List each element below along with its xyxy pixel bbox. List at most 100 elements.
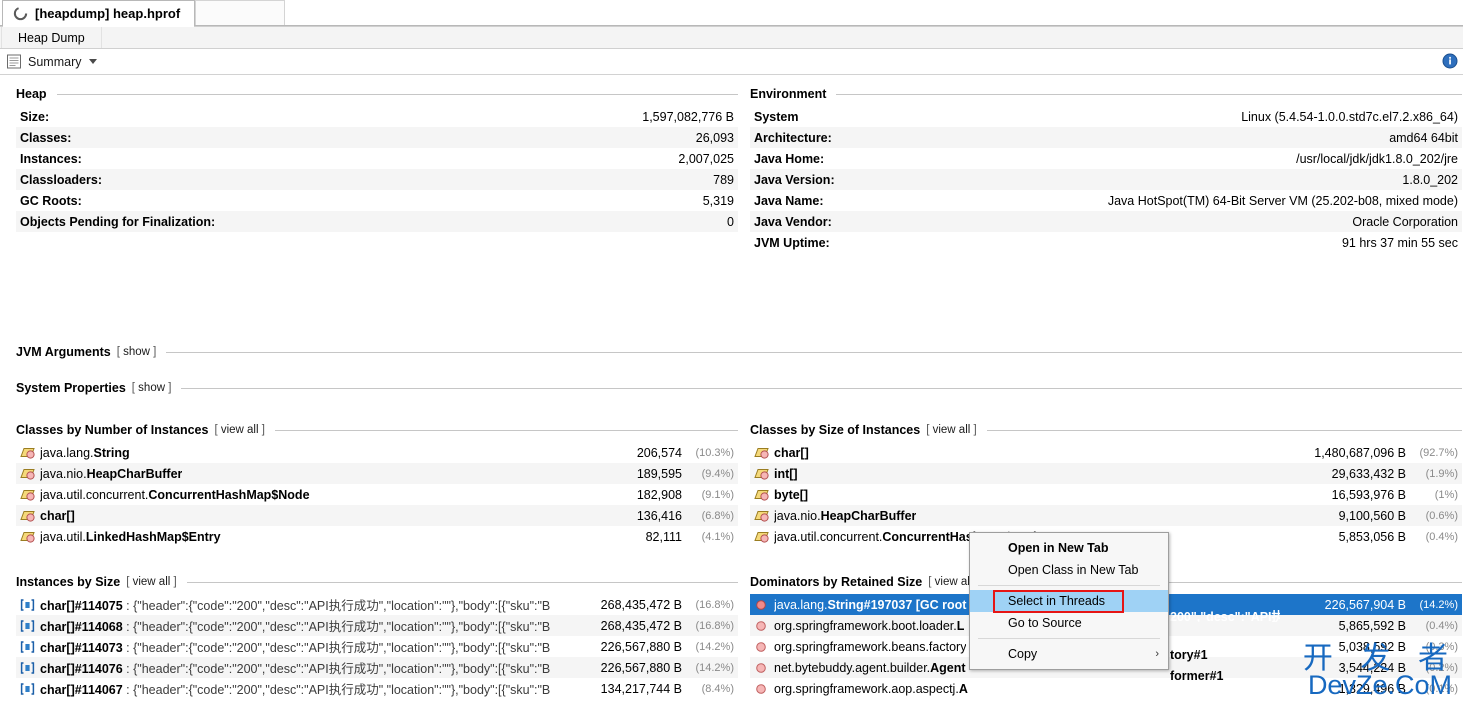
table-row[interactable]: java.nio.HeapCharBuffer 189,595 (9.4%) [16, 463, 738, 484]
class-percent: (1.9%) [1425, 467, 1458, 480]
section-classes-by-size-title: Classes by Size of Instances [750, 423, 921, 437]
summary-document-icon [7, 54, 21, 69]
section-classes-by-size: Classes by Size of Instances [ view all … [750, 423, 1462, 547]
class-name-cell: java.util.concurrent.ConcurrentHashMap$N… [16, 484, 554, 505]
classes-by-count-viewall-label: view all [220, 424, 259, 436]
view-selector[interactable]: Summary [6, 54, 98, 69]
context-menu-item-select-in-threads[interactable]: Select in Threads [970, 590, 1168, 612]
context-menu-item-label: Select in Threads [1008, 594, 1106, 608]
instance-size: 226,567,880 B [600, 639, 682, 654]
classes-by-count-table: java.lang.String 206,574 (10.3%) java.ni… [16, 442, 738, 547]
subtab-heap-dump[interactable]: Heap Dump [1, 27, 102, 48]
table-row[interactable]: Instances: 2,007,025 [16, 148, 738, 169]
section-jvm-arguments: JVM Arguments [ show ] [16, 345, 1462, 364]
array-instance-icon [20, 598, 35, 611]
table-row[interactable]: java.nio.HeapCharBuffer 9,100,560 B (0.6… [750, 505, 1462, 526]
chevron-down-icon[interactable] [89, 59, 98, 64]
context-menu-separator [978, 638, 1160, 639]
section-heap: Heap Size: 1,597,082,776 B Classes: 26,0… [16, 87, 738, 232]
section-jvm-arguments-title: JVM Arguments [16, 345, 111, 359]
table-row[interactable]: char[] 136,416 (6.8%) [16, 505, 738, 526]
heap-key: GC Roots: [20, 193, 82, 208]
section-system-properties: System Properties [ show ] [16, 381, 1462, 400]
class-simple-name: int[] [774, 466, 798, 481]
table-row[interactable]: char[]#114068 : {"header":{"code":"200",… [16, 615, 738, 636]
class-icon [754, 510, 769, 522]
class-name-cell: java.nio.HeapCharBuffer [16, 463, 554, 484]
table-row[interactable]: System Linux (5.4.54-1.0.0.std7c.el7.2.x… [750, 106, 1462, 127]
table-row[interactable]: java.util.LinkedHashMap$Entry 82,111 (4.… [16, 526, 738, 547]
table-row[interactable]: java.util.concurrent.ConcurrentHashMap$N… [16, 484, 738, 505]
table-row[interactable]: int[] 29,633,432 B (1.9%) [750, 463, 1462, 484]
instance-class-name: char[]#114067 [40, 683, 123, 697]
table-row[interactable]: Java Vendor: Oracle Corporation [750, 211, 1462, 232]
heap-value: 1,597,082,776 B [642, 109, 734, 124]
section-rule [274, 429, 738, 431]
table-row[interactable]: Classloaders: 789 [16, 169, 738, 190]
classes-by-count-viewall-link[interactable]: [ view all ] [214, 424, 265, 436]
table-row[interactable]: Java Version: 1.8.0_202 [750, 169, 1462, 190]
jvm-arguments-show-link[interactable]: [ show ] [117, 346, 157, 358]
table-row[interactable]: Java Name: Java HotSpot(TM) 64-Bit Serve… [750, 190, 1462, 211]
table-row[interactable]: GC Roots: 5,319 [16, 190, 738, 211]
context-menu-item-open-in-new-tab[interactable]: Open in New Tab [970, 537, 1168, 559]
section-rule [986, 429, 1462, 431]
class-name-cell: java.lang.String [16, 442, 554, 463]
section-environment-title: Environment [750, 87, 827, 101]
environment-table: System Linux (5.4.54-1.0.0.std7c.el7.2.x… [750, 106, 1462, 253]
dominator-package: org.springframework.beans.factory [774, 639, 967, 654]
table-row[interactable]: Classes: 26,093 [16, 127, 738, 148]
class-count: 136,416 [636, 508, 682, 523]
table-row[interactable]: Size: 1,597,082,776 B [16, 106, 738, 127]
class-name-cell: int[] [750, 463, 1278, 484]
table-row[interactable]: char[]#114067 : {"header":{"code":"200",… [16, 678, 738, 699]
dominator-package: java.lang. [774, 597, 828, 612]
object-instance-icon [756, 620, 766, 631]
section-system-properties-header: System Properties [ show ] [16, 381, 1462, 395]
classes-by-size-viewall-link[interactable]: [ view all ] [926, 424, 977, 436]
section-heap-header: Heap [16, 87, 738, 101]
context-menu[interactable]: Open in New Tab Open Class in New Tab Se… [969, 532, 1169, 670]
context-menu-separator [978, 585, 1160, 586]
class-percent: (0.6%) [1425, 509, 1458, 522]
class-percent: (0.4%) [1425, 530, 1458, 543]
toolbar-right-group [1442, 53, 1458, 69]
table-row[interactable]: java.lang.String 206,574 (10.3%) [16, 442, 738, 463]
view-selector-label: Summary [28, 54, 82, 69]
table-row[interactable]: char[]#114075 : {"header":{"code":"200",… [16, 594, 738, 615]
table-row[interactable]: char[] 1,480,687,096 B (92.7%) [750, 442, 1462, 463]
class-percent: (1%) [1434, 488, 1458, 501]
dominator-row-tail: former#1 [1170, 669, 1224, 683]
watermark-en: DevZe.CoM [1307, 670, 1452, 700]
section-classes-by-count: Classes by Number of Instances [ view al… [16, 423, 738, 547]
class-simple-name: char[] [40, 508, 75, 523]
section-heap-title: Heap [16, 87, 47, 101]
dominator-package: net.bytebuddy.agent.builder. [774, 660, 931, 675]
system-properties-show-link[interactable]: [ show ] [132, 382, 172, 394]
class-simple-name: char[] [774, 445, 809, 460]
env-key: System [754, 109, 799, 124]
table-row[interactable]: Java Home: /usr/local/jdk/jdk1.8.0_202/j… [750, 148, 1462, 169]
editor-tab-placeholder[interactable] [195, 0, 286, 26]
table-row[interactable]: char[]#114073 : {"header":{"code":"200",… [16, 636, 738, 657]
heap-value: 789 [713, 172, 734, 187]
context-menu-item-copy[interactable]: Copy › [970, 643, 1168, 665]
editor-tab-heapdump[interactable]: [heapdump] heap.hprof [2, 0, 196, 27]
table-row[interactable]: Objects Pending for Finalization: 0 [16, 211, 738, 232]
info-icon[interactable] [1442, 53, 1458, 69]
context-menu-item-open-class-in-new-tab[interactable]: Open Class in New Tab [970, 559, 1168, 581]
class-package: java.util.concurrent. [774, 529, 883, 544]
class-percent: (9.4%) [701, 467, 734, 480]
table-row[interactable]: char[]#114076 : {"header":{"code":"200",… [16, 657, 738, 678]
section-dominators-title: Dominators by Retained Size [750, 575, 923, 589]
table-row[interactable]: JVM Uptime: 91 hrs 37 min 55 sec [750, 232, 1462, 253]
context-menu-item-go-to-source[interactable]: Go to Source [970, 612, 1168, 634]
instances-by-size-viewall-link[interactable]: [ view all ] [126, 576, 177, 588]
class-percent: (10.3%) [695, 446, 734, 459]
instance-percent: (8.4%) [701, 682, 734, 695]
class-size: 16,593,976 B [1331, 487, 1406, 502]
view-toolbar: Summary [0, 49, 1463, 75]
table-row[interactable]: Architecture: amd64 64bit [750, 127, 1462, 148]
table-row[interactable]: byte[] 16,593,976 B (1%) [750, 484, 1462, 505]
instance-size: 268,435,472 B [600, 618, 682, 633]
